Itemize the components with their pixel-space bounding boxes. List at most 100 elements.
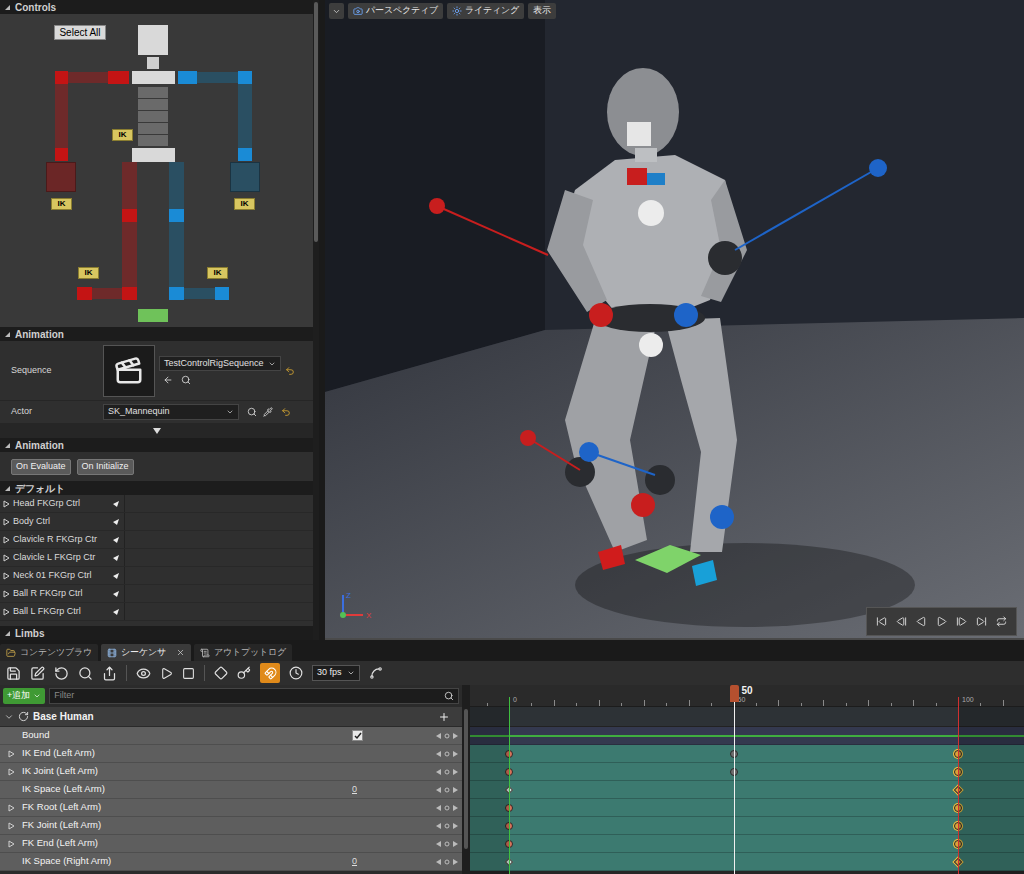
clock-icon[interactable] [289,666,303,680]
root-control[interactable] [138,309,168,322]
shoulder-r-control[interactable] [108,71,129,84]
knee-r-control[interactable] [122,209,137,222]
expand-icon[interactable] [8,840,15,848]
options-icon[interactable] [112,500,120,508]
track-row[interactable]: IK End (Left Arm) [0,745,462,763]
save-as-icon[interactable] [30,666,45,681]
ik-toggle[interactable]: IK [234,198,255,210]
viewport-scene[interactable]: ZX [325,0,1024,638]
clavicle-r-control[interactable] [55,71,68,84]
expand-icon[interactable] [3,590,10,598]
options-icon[interactable] [112,536,120,544]
knee-l-control[interactable] [169,209,184,222]
next-key-icon[interactable] [453,859,458,865]
elbow-l-control[interactable] [238,148,252,161]
property-row[interactable]: Ball R FKGrp Ctrl [0,585,313,603]
reset-icon[interactable] [285,366,295,376]
track-scrollbar[interactable] [462,685,470,874]
jump-end-icon[interactable] [976,616,987,627]
curve-editor-icon[interactable] [369,666,383,680]
jump-start-icon[interactable] [876,616,887,627]
add-key-icon[interactable] [444,841,450,847]
controls-header[interactable]: Controls [0,0,313,14]
spine-control[interactable] [138,87,168,98]
view-icon[interactable] [136,666,151,681]
prev-key-icon[interactable] [436,859,441,865]
thigh-r-control[interactable] [122,162,137,209]
property-row[interactable]: Ball L FKGrp Ctrl [0,603,313,621]
hand-l-control[interactable] [230,162,260,192]
options-icon[interactable] [112,590,120,598]
tab[interactable]: コンテンツブラウ [0,644,98,661]
options-icon[interactable] [112,572,120,580]
animation-header[interactable]: Animation [0,327,313,341]
timeline[interactable]: 05010050 [470,685,1024,874]
limbs-header[interactable]: Limbs [0,626,313,640]
track-row[interactable]: IK Joint (Left Arm) [0,763,462,781]
reset-icon[interactable] [281,407,291,417]
next-key-icon[interactable] [453,733,458,739]
ankle-r-control[interactable] [122,287,137,300]
thigh-l-control[interactable] [169,162,184,209]
add-key-icon[interactable] [444,733,450,739]
prev-key-icon[interactable] [436,841,441,847]
next-key-icon[interactable] [453,787,458,793]
track-row[interactable]: Bound [0,727,462,745]
add-key-icon[interactable] [444,787,450,793]
prev-key-icon[interactable] [436,787,441,793]
sequence-thumbnail[interactable] [103,345,155,397]
play-icon[interactable] [936,616,947,627]
track-group-row[interactable]: Base Human [0,707,462,727]
options-icon[interactable] [112,554,120,562]
advanced-toggle[interactable] [0,423,313,438]
next-key-icon[interactable] [453,841,458,847]
key-icon[interactable] [214,666,228,680]
defaults-header[interactable]: デフォルト [0,481,313,495]
collapse-icon[interactable] [4,4,11,11]
track-row[interactable]: FK Root (Left Arm) [0,799,462,817]
arm-r-control[interactable] [55,84,68,148]
expand-icon[interactable] [8,804,15,812]
viewport-button[interactable]: 表示 [528,3,556,19]
add-key-icon[interactable] [444,823,450,829]
tab[interactable]: シーケンサ [101,644,191,661]
snap-button[interactable] [260,663,280,683]
ik-toggle[interactable]: IK [207,267,228,279]
property-row[interactable]: Neck 01 FKGrp Ctrl [0,567,313,585]
next-key-icon[interactable] [453,823,458,829]
auto-key-icon[interactable] [237,666,251,680]
expand-icon[interactable] [3,608,10,616]
prev-key-icon[interactable] [436,769,441,775]
event-button[interactable]: On Evaluate [11,459,71,475]
upperarm-l-control[interactable] [197,72,238,83]
event-button[interactable]: On Initialize [77,459,134,475]
prev-key-icon[interactable] [436,823,441,829]
expand-icon[interactable] [8,750,15,758]
add-key-icon[interactable] [444,751,450,757]
step-back-icon[interactable] [896,616,907,627]
spine-control[interactable] [138,135,168,146]
sequence-dropdown[interactable]: TestControlRigSequence [159,356,281,372]
property-row[interactable]: Clavicle R FKGrp Ctr [0,531,313,549]
tab[interactable]: アウトプットログ [194,644,292,661]
expand-icon[interactable] [3,554,10,562]
options-icon[interactable] [112,518,120,526]
collapse-icon[interactable] [4,331,11,338]
head-control[interactable] [138,25,168,55]
track-row[interactable]: FK Joint (Left Arm) [0,817,462,835]
spine-control[interactable] [138,111,168,122]
shoulder-l-control[interactable] [178,71,197,84]
collapse-icon[interactable] [4,485,11,492]
select-all-button[interactable]: Select All [54,25,106,40]
toe-r-control[interactable] [77,287,92,300]
arm-l-control[interactable] [238,84,252,148]
neck-control[interactable] [147,57,159,69]
toe-l-control[interactable] [215,287,229,300]
prev-key-icon[interactable] [436,805,441,811]
track-row[interactable]: IK Space (Right Arm)0 [0,853,462,871]
expand-icon[interactable] [3,536,10,544]
restore-icon[interactable] [54,666,69,681]
upperarm-r-control[interactable] [68,72,108,83]
property-row[interactable]: Clavicle L FKGrp Ctr [0,549,313,567]
fps-select[interactable]: 30 fps [312,665,360,681]
